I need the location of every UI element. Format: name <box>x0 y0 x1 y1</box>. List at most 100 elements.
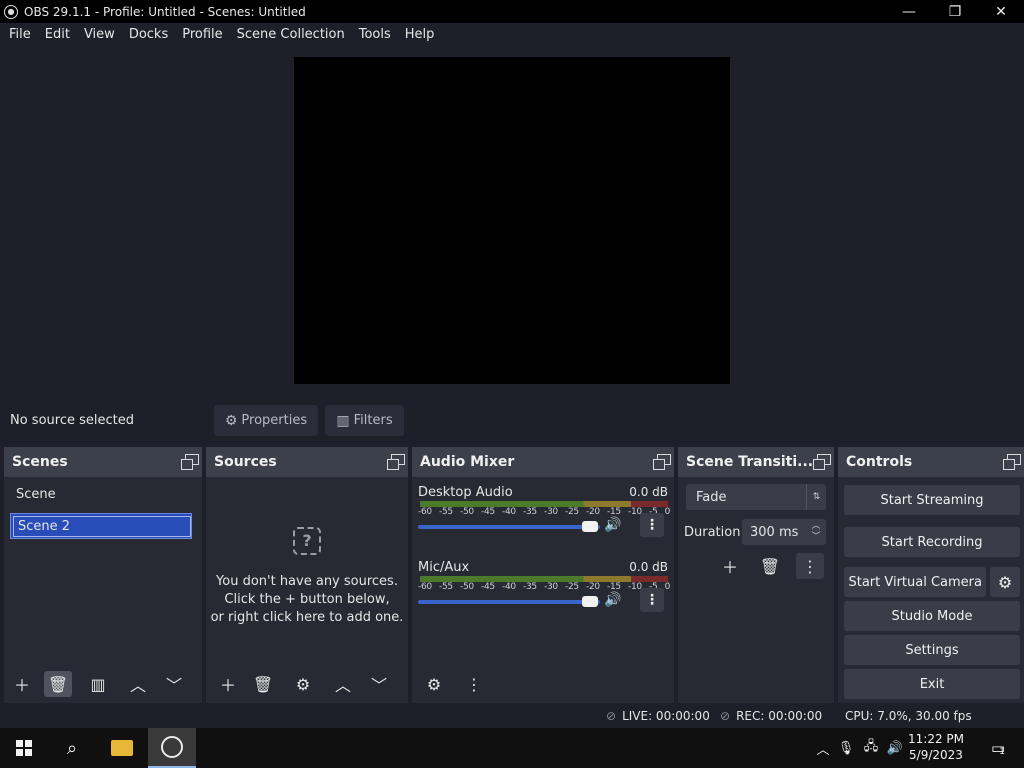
channel-level: 0.0 dB <box>629 485 668 499</box>
menu-bar: File Edit View Docks Profile Scene Colle… <box>0 23 1024 47</box>
scene-list-item[interactable]: Scene <box>10 481 194 507</box>
question-icon: ? <box>293 527 321 555</box>
file-explorer-button[interactable] <box>98 728 146 768</box>
move-source-up-button[interactable]: ︿ <box>329 671 357 697</box>
scale-tick: -35 <box>523 507 537 517</box>
show-hidden-icons-button[interactable]: ︿ <box>812 728 834 768</box>
scale-tick: -55 <box>439 582 453 592</box>
menu-view[interactable]: View <box>77 23 122 47</box>
start-streaming-button[interactable]: Start Streaming <box>844 485 1020 515</box>
scene-list-item-selected[interactable]: Scene 2 <box>10 513 192 539</box>
audio-mixer-menu-button[interactable]: ⋮ <box>460 671 488 697</box>
trash-icon: 🗑 <box>47 674 69 694</box>
undock-icon[interactable] <box>653 454 671 470</box>
start-recording-button[interactable]: Start Recording <box>844 527 1020 557</box>
transition-select[interactable]: Fade ⇅ <box>686 484 826 510</box>
notifications-button[interactable]: ▭ 1 <box>978 728 1018 768</box>
scenes-header: Scenes <box>4 447 202 477</box>
undock-icon[interactable] <box>387 454 405 470</box>
source-properties-button[interactable]: ⚙ <box>289 671 317 697</box>
scenes-toolbar: ＋ 🗑 ▥ ︿ ﹀ <box>8 671 188 697</box>
add-source-button[interactable]: ＋ <box>214 671 242 697</box>
volume-slider-track[interactable] <box>418 600 600 604</box>
remove-scene-button[interactable]: 🗑 <box>44 671 72 697</box>
kebab-icon: ⋮ <box>645 517 659 533</box>
scale-tick: 0 <box>664 582 671 592</box>
duration-spinbox[interactable]: 300 ms ︿ ﹀ <box>742 519 826 545</box>
network-tray-icon[interactable]: 🖧 <box>860 728 882 768</box>
search-icon: ⌕ <box>66 737 78 759</box>
channel-name: Mic/Aux <box>418 560 470 575</box>
exit-button[interactable]: Exit <box>844 669 1020 699</box>
volume-slider-thumb[interactable] <box>582 521 598 532</box>
volume-slider-track[interactable] <box>418 525 600 529</box>
sources-toolbar: ＋ 🗑 ⚙ ︿ ﹀ <box>214 671 393 697</box>
virtual-camera-settings-button[interactable]: ⚙ <box>990 567 1020 597</box>
program-preview[interactable] <box>294 57 730 384</box>
maximize-button[interactable]: ❐ <box>932 0 978 23</box>
add-scene-button[interactable]: ＋ <box>8 671 36 697</box>
chevron-down-icon: ﹀ <box>370 676 387 695</box>
transition-menu-button[interactable]: ⋮ <box>796 553 824 579</box>
settings-button[interactable]: Settings <box>844 635 1020 665</box>
start-button[interactable] <box>0 728 48 768</box>
remove-source-button[interactable]: 🗑 <box>249 671 277 697</box>
chevron-up-icon: ︿ <box>334 676 351 695</box>
scale-tick: -15 <box>607 507 621 517</box>
more-options-button[interactable]: ⋮ <box>640 513 664 537</box>
minimize-button[interactable]: — <box>886 0 932 23</box>
menu-profile[interactable]: Profile <box>175 23 229 47</box>
system-clock[interactable]: 11:22 PM 5/9/2023 <box>908 731 964 763</box>
properties-button[interactable]: ⚙ Properties <box>214 405 318 436</box>
scale-tick: -30 <box>544 582 558 592</box>
menu-help[interactable]: Help <box>398 23 442 47</box>
plus-icon: ＋ <box>219 676 236 695</box>
move-source-down-button[interactable]: ﹀ <box>365 671 393 697</box>
speaker-icon[interactable]: 🔊 <box>604 517 621 533</box>
empty-text-line: or right click here to add one. <box>210 610 404 625</box>
scenes-dock: Scenes Scene Scene 2 ＋ 🗑 ▥ ︿ ﹀ <box>4 447 202 703</box>
studio-mode-button[interactable]: Studio Mode <box>844 601 1020 631</box>
rec-status: ⊘ REC: 00:00:00 <box>720 709 822 723</box>
obs-taskbar-button[interactable] <box>148 728 196 768</box>
menu-docks[interactable]: Docks <box>122 23 175 47</box>
audio-mixer-toolbar: ⚙ ⋮ <box>420 671 488 697</box>
menu-tools[interactable]: Tools <box>352 23 398 47</box>
sources-dock[interactable]: Sources ? You don't have any sources. Cl… <box>206 447 408 703</box>
sources-title: Sources <box>214 454 277 470</box>
volume-slider-thumb[interactable] <box>582 596 598 607</box>
windows-logo-icon <box>16 740 32 756</box>
move-scene-up-button[interactable]: ︿ <box>124 671 152 697</box>
add-transition-button[interactable]: ＋ <box>716 553 744 579</box>
undock-icon[interactable] <box>1003 454 1021 470</box>
menu-scene-collection[interactable]: Scene Collection <box>230 23 352 47</box>
scale-tick: -25 <box>565 582 579 592</box>
chevron-down-icon: ﹀ <box>165 676 182 695</box>
advanced-audio-button[interactable]: ⚙ <box>420 671 448 697</box>
speaker-icon[interactable]: 🔊 <box>604 592 621 608</box>
undock-icon[interactable] <box>181 454 199 470</box>
trash-icon: 🗑 <box>252 674 274 694</box>
microphone-tray-icon[interactable]: 🎙 <box>836 728 856 768</box>
scene-filters-button[interactable]: ▥ <box>84 671 112 697</box>
kebab-icon: ⋮ <box>802 556 818 576</box>
close-button[interactable]: ✕ <box>978 0 1024 23</box>
more-options-button[interactable]: ⋮ <box>640 588 664 612</box>
scale-tick: -60 <box>418 582 432 592</box>
start-virtual-camera-button[interactable]: Start Virtual Camera <box>844 567 986 597</box>
menu-file[interactable]: File <box>2 23 38 47</box>
filters-button[interactable]: ▥ Filters <box>325 405 404 436</box>
spin-arrows-icon[interactable]: ︿ ﹀ <box>808 519 824 545</box>
scale-tick: -40 <box>502 507 516 517</box>
volume-tray-icon[interactable]: 🔊 <box>884 728 906 768</box>
search-button[interactable]: ⌕ <box>48 728 96 768</box>
audio-mixer-title: Audio Mixer <box>420 454 515 470</box>
clock-time: 11:22 PM <box>908 732 964 746</box>
menu-edit[interactable]: Edit <box>38 23 77 47</box>
live-timer: LIVE: 00:00:00 <box>622 709 710 723</box>
scale-tick: -60 <box>418 507 432 517</box>
remove-transition-button[interactable]: 🗑 <box>756 553 784 579</box>
move-scene-down-button[interactable]: ﹀ <box>160 671 188 697</box>
rec-timer: REC: 00:00:00 <box>736 709 823 723</box>
undock-icon[interactable] <box>813 454 831 470</box>
